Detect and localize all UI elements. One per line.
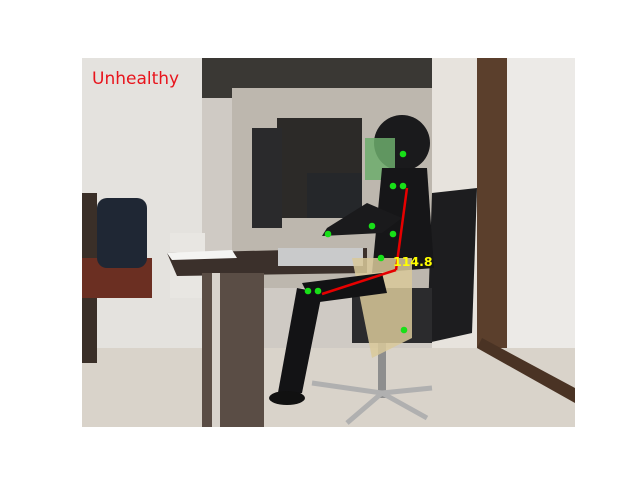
keypoint-hip	[377, 254, 385, 262]
keypoint-knee-right	[314, 287, 322, 295]
keypoint-nose	[399, 150, 407, 158]
hip-angle-label: 114.8	[393, 254, 433, 269]
keypoint-knee-left	[304, 287, 312, 295]
keypoint-elbow	[368, 222, 376, 230]
figure-canvas: Unhealthy 114.8	[0, 0, 640, 480]
keypoint-ankle	[400, 326, 408, 334]
thigh-line	[321, 268, 397, 296]
keypoint-wrist	[324, 230, 332, 238]
keypoint-elbow-2	[389, 230, 397, 238]
posture-status-label: Unhealthy	[92, 69, 180, 89]
keypoint-left-shoulder	[389, 182, 397, 190]
keypoint-right-shoulder	[399, 182, 407, 190]
